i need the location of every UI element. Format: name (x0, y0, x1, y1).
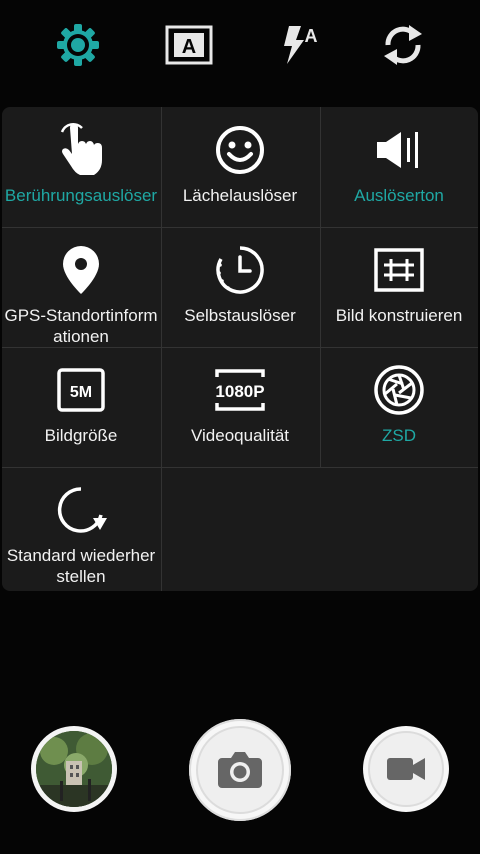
settings-panel: Berührungsauslöser Lächelauslöser Auslös… (2, 107, 478, 591)
timer-clock-icon (214, 241, 266, 299)
grid-frame-icon (373, 241, 425, 299)
svg-text:A: A (305, 26, 318, 46)
svg-text:A: A (182, 36, 196, 58)
setting-label: Selbstauslöser (184, 306, 296, 325)
setting-label: Auslöserton (354, 186, 444, 205)
flash-auto-icon[interactable]: A (275, 20, 325, 70)
svg-text:1080P: 1080P (215, 382, 264, 401)
setting-gps-info[interactable]: GPS-Standortinformationen (2, 227, 160, 347)
setting-label: ZSD (382, 426, 416, 445)
setting-compose-image[interactable]: Bild konstruieren (320, 227, 478, 347)
top-bar: A A (0, 0, 480, 92)
setting-image-size[interactable]: 5M Bildgröße (2, 347, 160, 467)
setting-touch-shutter[interactable]: Berührungsauslöser (2, 107, 160, 227)
image-size-5m-icon: 5M (56, 361, 106, 419)
gallery-thumbnail[interactable] (31, 726, 117, 812)
setting-label: Bildgröße (44, 426, 118, 445)
setting-shutter-sound[interactable]: Auslöserton (320, 107, 478, 227)
setting-video-quality[interactable]: 1080P Videoqualität (161, 347, 319, 467)
settings-gear-icon[interactable] (53, 20, 103, 70)
setting-label: Lächelauslöser (182, 186, 298, 205)
auto-scene-icon[interactable]: A (164, 20, 214, 70)
speaker-icon (373, 121, 425, 179)
setting-self-timer[interactable]: Selbstauslöser (161, 227, 319, 347)
touch-hand-icon (56, 121, 106, 179)
video-camera-icon (368, 731, 444, 807)
setting-label: GPS-Standortinformationen (4, 306, 158, 346)
setting-restore-default[interactable]: Standard wiederherstellen (2, 467, 160, 587)
setting-label: Bild konstruieren (335, 306, 463, 325)
setting-zsd[interactable]: ZSD (320, 347, 478, 467)
svg-text:5M: 5M (70, 384, 92, 401)
video-record-button[interactable] (363, 726, 449, 812)
restore-icon (55, 481, 107, 539)
gallery-thumbnail-image (36, 731, 112, 807)
setting-label: Standard wiederherstellen (6, 546, 156, 586)
location-pin-icon (59, 241, 103, 299)
settings-grid: Berührungsauslöser Lächelauslöser Auslös… (2, 107, 478, 591)
aperture-icon (373, 361, 425, 419)
camera-shutter-icon (196, 726, 284, 814)
switch-camera-icon[interactable] (378, 20, 428, 70)
camera-shutter-button[interactable] (189, 719, 291, 821)
video-quality-1080p-icon: 1080P (213, 361, 267, 419)
setting-label: Videoqualität (191, 426, 289, 445)
smile-face-icon (214, 121, 266, 179)
setting-smile-shutter[interactable]: Lächelauslöser (161, 107, 319, 227)
bottom-controls (0, 700, 480, 854)
setting-label: Berührungsauslöser (4, 186, 158, 205)
